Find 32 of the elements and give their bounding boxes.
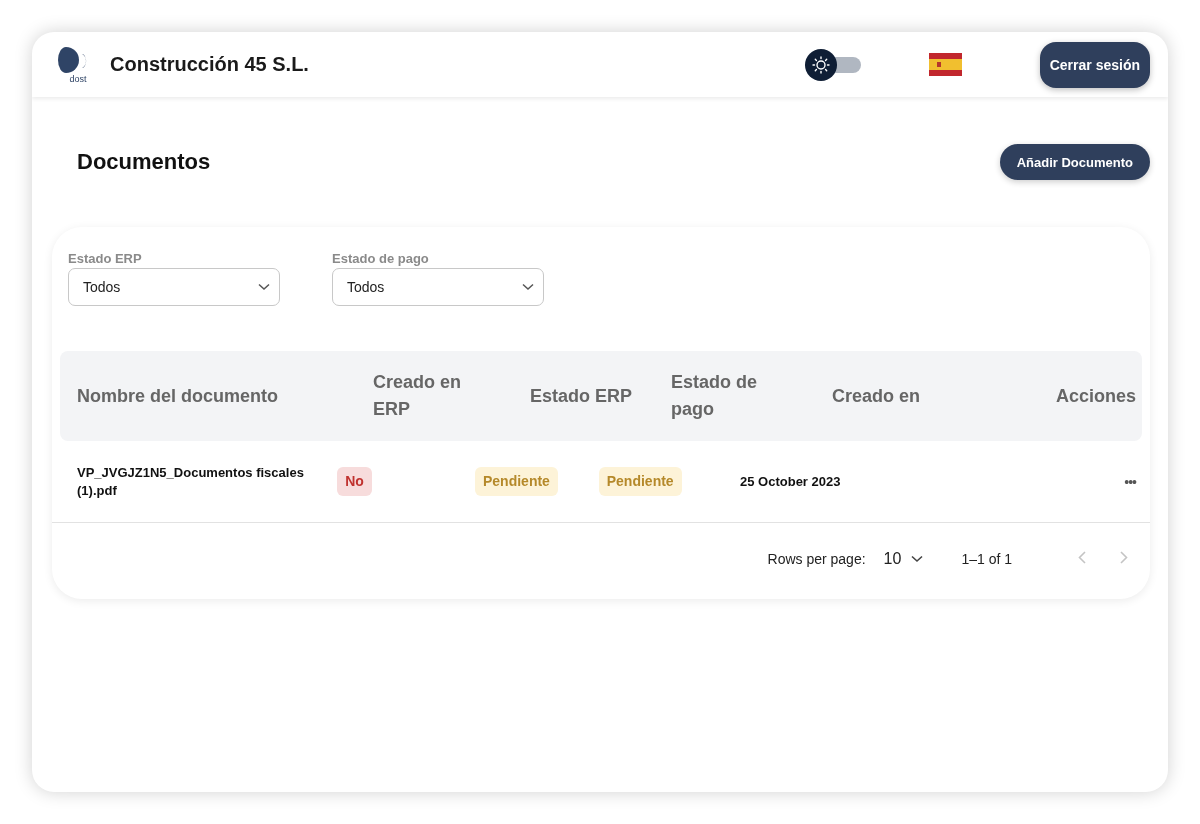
logo-text: dost: [69, 73, 87, 84]
status-badge: Pendiente: [598, 467, 682, 496]
theme-toggle[interactable]: [804, 48, 861, 81]
company-name: Construcción 45 S.L.: [110, 53, 309, 76]
document-name: VP_JVGJZ1N5_Documentos fiscales (1).pdf: [76, 463, 305, 500]
chevron-down-icon: [258, 283, 270, 291]
flag-icon[interactable]: [928, 53, 962, 76]
chevron-left-icon: [1078, 551, 1086, 564]
filter-select[interactable]: Todos: [332, 268, 544, 306]
page-title: Documentos: [77, 149, 211, 175]
add-document-button[interactable]: Añadir Documento: [999, 144, 1150, 180]
created-date: 25 October 2023: [740, 472, 842, 491]
column-header: Estado ERP: [530, 384, 634, 408]
column-header: Creado en ERP: [373, 371, 463, 421]
column-header: Nombre del documento: [76, 384, 279, 408]
column-header: Creado en: [832, 384, 922, 408]
rows-per-page-select[interactable]: 10: [883, 550, 924, 568]
more-actions-button[interactable]: •••: [1124, 473, 1136, 490]
filter-select[interactable]: Todos: [68, 268, 280, 306]
filter-label: Estado ERP: [68, 251, 143, 266]
chevron-down-icon: [522, 283, 534, 291]
status-badge: Pendiente: [475, 467, 558, 496]
sun-icon: [811, 55, 830, 74]
chevron-down-icon: [911, 555, 924, 563]
filter-label: Estado de pago: [332, 251, 430, 266]
rows-per-page-label: Rows per page:: [767, 551, 866, 567]
page-range: 1–1 of 1: [961, 551, 1012, 567]
status-badge: No: [337, 467, 372, 496]
column-header: Estado de pago: [671, 371, 759, 421]
logout-button[interactable]: Cerrar sesión: [1039, 41, 1150, 88]
column-header: Acciones: [1054, 384, 1137, 408]
chevron-right-icon: [1120, 551, 1128, 564]
